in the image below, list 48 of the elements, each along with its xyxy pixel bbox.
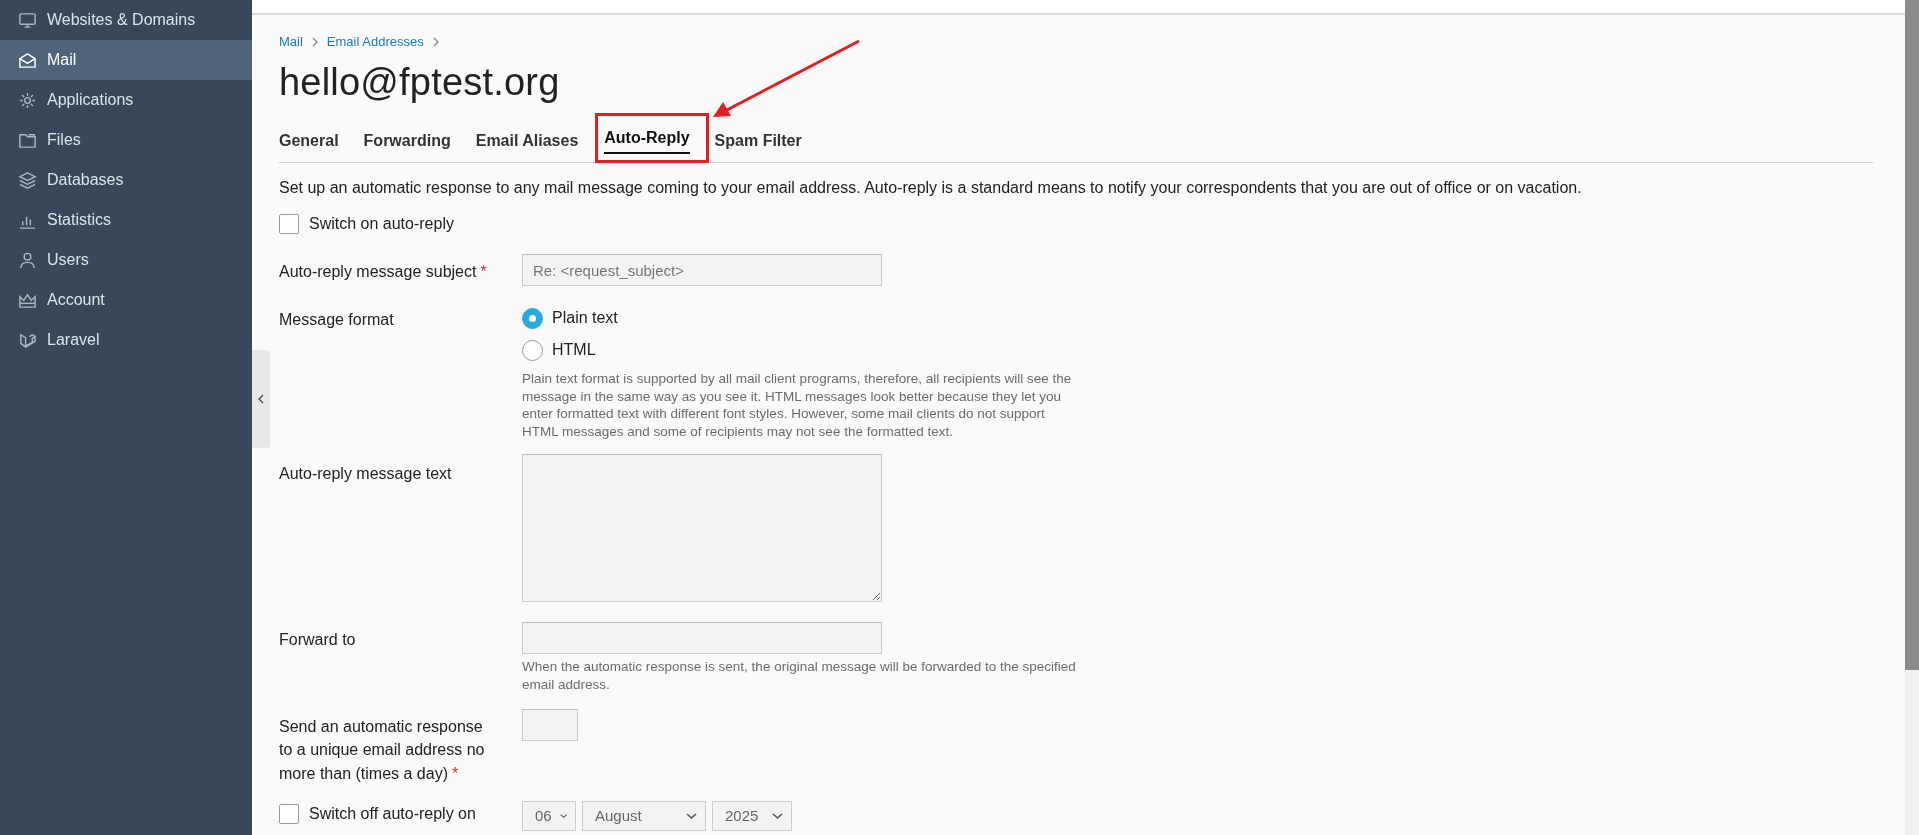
select-field[interactable]: August <box>582 800 706 831</box>
checkbox-label: Switch off auto-reply on <box>309 804 476 823</box>
select-field[interactable]: 2025 <box>712 800 792 831</box>
sidebar-item[interactable]: Files <box>0 120 252 160</box>
sidebar-item-icon <box>18 250 37 270</box>
sidebar-item[interactable]: Websites & Domains <box>0 0 252 40</box>
field-label: Forward to <box>279 630 357 651</box>
tab[interactable]: Forwarding <box>363 129 451 157</box>
description-text: Set up an automatic response to any mail message coming to your email address. Auto-reply is a standard means to notify your correspondents that you are out of office or on vacation. <box>279 179 1583 197</box>
sidebar-item[interactable]: Laravel <box>0 320 252 360</box>
checkbox[interactable] <box>279 803 299 824</box>
scrollbar-thumb[interactable] <box>1905 0 1919 670</box>
tab[interactable]: Email Aliases <box>475 129 579 157</box>
sidebar-item-icon <box>18 10 37 30</box>
radio-label: Plain text <box>552 309 618 327</box>
tab[interactable]: Spam Filter <box>714 129 802 157</box>
radio-label: HTML <box>552 341 596 359</box>
tab[interactable]: General <box>279 129 339 157</box>
field-label: Send an automatic response to a unique email address no more than (times a day) * <box>279 717 486 784</box>
field-label: Auto-reply message text <box>279 464 453 485</box>
checkbox[interactable] <box>279 214 299 234</box>
breadcrumb-link[interactable]: Mail <box>279 34 303 49</box>
sidebar-item[interactable]: Statistics <box>0 200 252 240</box>
sidebar-item-icon <box>18 170 37 190</box>
field-label: Auto-reply message subject * <box>279 262 488 282</box>
sidebar-item[interactable]: Mail <box>0 40 252 80</box>
sidebar-item[interactable]: Applications <box>0 80 252 120</box>
field-label: Message format <box>279 310 395 330</box>
radio-button[interactable] <box>522 339 543 361</box>
sidebar-item-icon <box>18 50 37 70</box>
checkbox-label: Switch on auto-reply <box>309 215 454 233</box>
chevron-down-icon <box>772 811 783 820</box>
radio-button[interactable] <box>522 307 543 329</box>
collapse-sidebar-button[interactable] <box>252 350 270 448</box>
field-hint: Plain text format is supported by all mail client programs, therefore, all recipients will see the message in the same way as you see it. HTML messages look better because they let you enter formatted text with different font styles. However, some mail clients do not support HTML messages and some of recipients may not see the formatted text. <box>522 370 1073 441</box>
chevron-right-icon <box>310 36 319 47</box>
select-field[interactable]: 06 <box>522 800 576 831</box>
page-title: hello@fptest.org <box>279 61 560 104</box>
breadcrumb-link[interactable]: Email Addresses <box>326 34 424 49</box>
sidebar-item[interactable]: Users <box>0 240 252 280</box>
chevron-down-icon <box>686 811 697 820</box>
chevron-left-icon <box>258 394 264 404</box>
sidebar-item[interactable]: Account <box>0 280 252 320</box>
sidebar-item[interactable]: Databases <box>0 160 252 200</box>
tab[interactable]: Auto-Reply <box>604 126 690 154</box>
chevron-right-icon <box>431 36 440 47</box>
field-hint: When the automatic response is sent, the original message will be forwarded to the specified email address. <box>522 658 1077 694</box>
sidebar-item-icon <box>18 90 37 110</box>
